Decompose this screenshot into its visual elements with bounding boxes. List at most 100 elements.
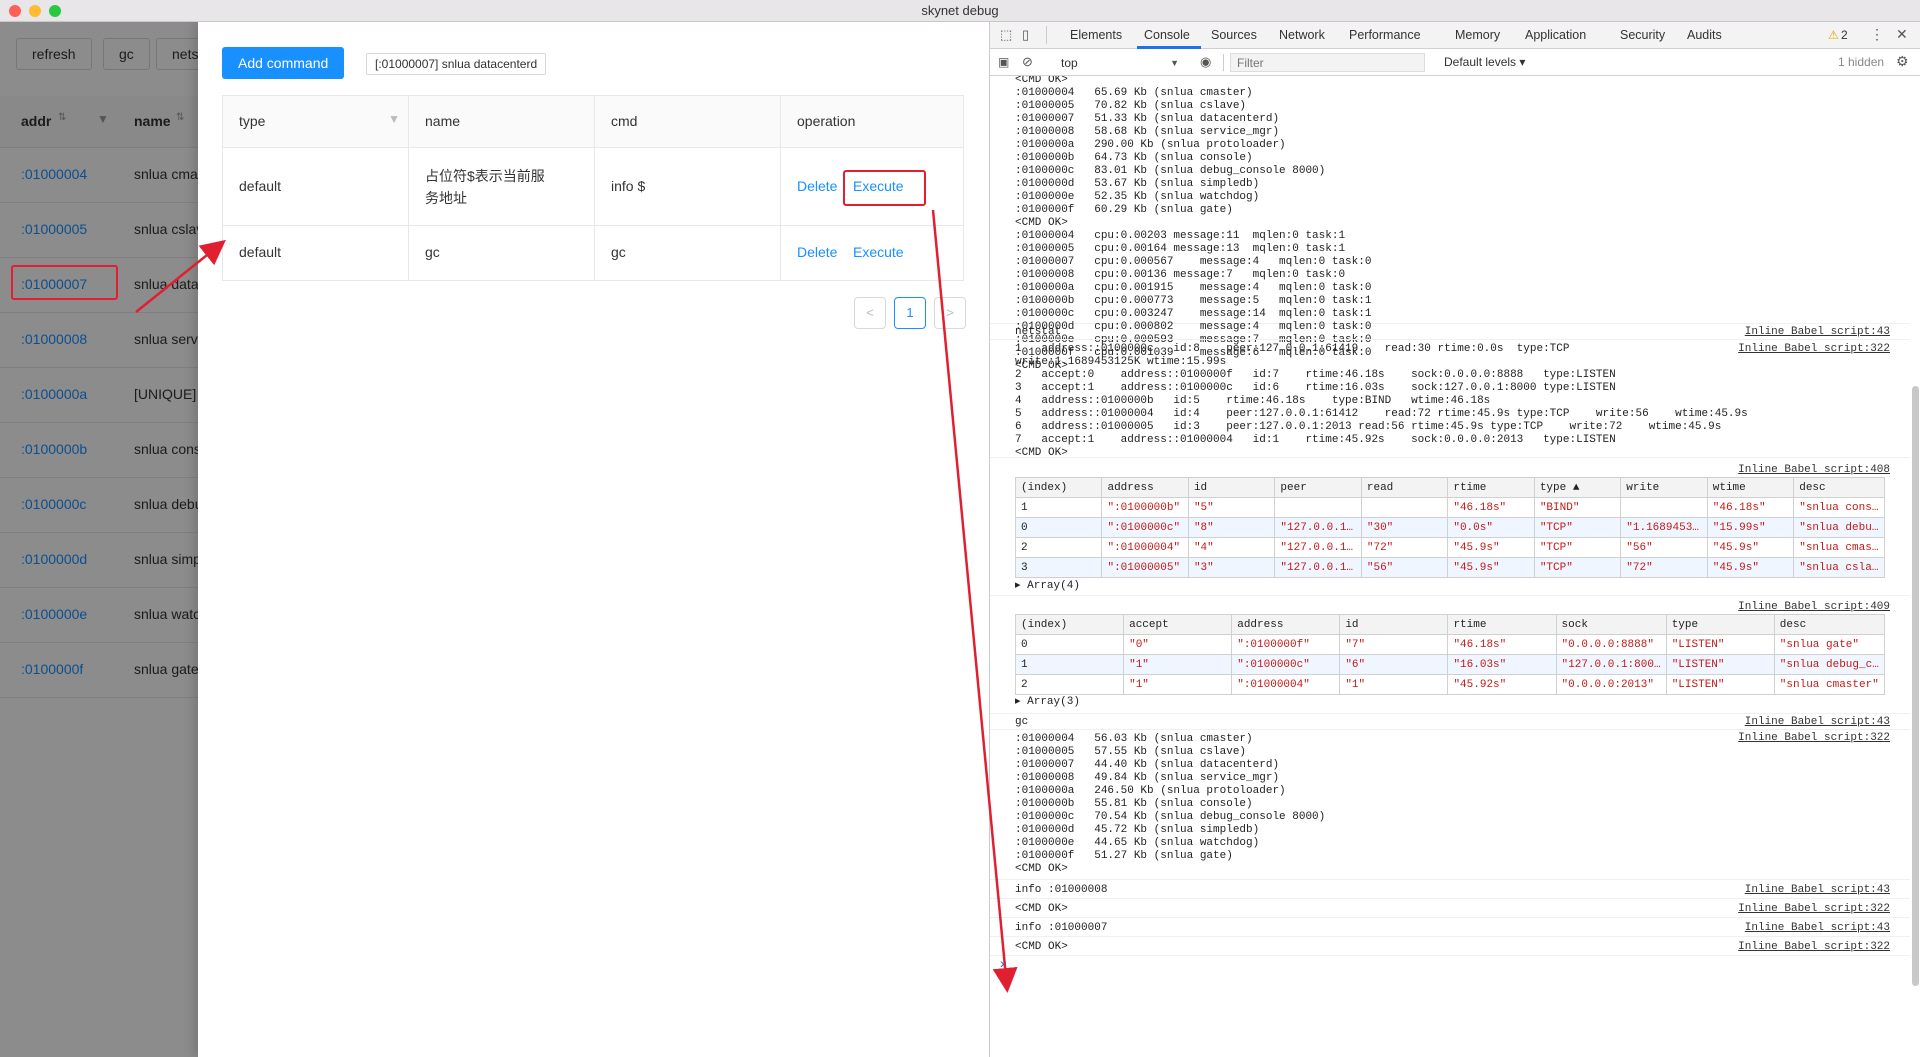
table-cell: "snlua cmaster" (1773, 674, 1886, 695)
source-link[interactable]: Inline Babel script:322 (1738, 941, 1890, 953)
table-cell (1360, 497, 1449, 518)
array-toggle[interactable]: ▸ Array(4) (1015, 580, 1080, 593)
source-link[interactable]: Inline Babel script:43 (1745, 326, 1890, 338)
table-header-cell[interactable]: peer (1274, 477, 1362, 498)
table-cell: "BIND" (1533, 497, 1622, 518)
source-link[interactable]: Inline Babel script:322 (1738, 903, 1890, 915)
close-devtools-icon[interactable]: ✕ (1896, 26, 1908, 43)
array-toggle[interactable]: ▸ Array(3) (1015, 696, 1080, 709)
table-cell: "127.0.0.1… (1274, 557, 1362, 578)
table-cell: 0 (1014, 517, 1103, 538)
table-header-cell[interactable]: desc (1773, 614, 1886, 635)
table-cell: 2 (1014, 674, 1125, 695)
table-header-cell[interactable]: address (1231, 614, 1341, 635)
table-cell: "LISTEN" (1665, 634, 1775, 655)
delete-link[interactable]: Delete (797, 178, 837, 194)
device-toolbar-icon[interactable]: ▯ (1022, 27, 1029, 43)
console-text: <CMD OK> (1015, 903, 1068, 915)
prev-page-button[interactable]: < (854, 297, 886, 329)
clear-console-icon[interactable]: ⊘ (1022, 54, 1033, 70)
filter-icon[interactable]: ▼ (388, 112, 400, 126)
table-row: 2 "1" ":01000004" "1" "45.92s" "0.0.0.0:2013"… (1014, 674, 1886, 695)
table-cell: "0.0s" (1447, 517, 1535, 538)
console-text: info :01000008 (1015, 884, 1108, 896)
table-row: default gc gc Delete Execute (223, 226, 963, 281)
table-header-cell[interactable]: id (1187, 477, 1276, 498)
source-link[interactable]: Inline Babel script:409 (1738, 601, 1890, 613)
close-window-button[interactable] (9, 5, 21, 17)
gear-icon[interactable]: ⚙ (1896, 53, 1909, 70)
maximize-window-button[interactable] (49, 5, 61, 17)
inspect-icon[interactable]: ⬚ (1000, 27, 1012, 43)
execute-link[interactable]: Execute (853, 244, 904, 260)
console-message: Inline Babel script:409 (index) accept add… (990, 596, 1910, 714)
console-filter-input[interactable] (1230, 53, 1425, 72)
tab-elements[interactable]: Elements (1070, 28, 1122, 42)
log-levels-dropdown[interactable]: Default levels ▾ (1444, 55, 1525, 69)
table-header-cell[interactable]: desc (1793, 477, 1885, 498)
table-cell: "45.9s" (1706, 537, 1795, 558)
source-link[interactable]: Inline Babel script:43 (1745, 884, 1890, 896)
context-select[interactable]: top ▼ (1056, 53, 1184, 72)
table-cell: "snlua debu… (1793, 517, 1885, 538)
tab-memory[interactable]: Memory (1455, 28, 1500, 42)
table-cell: "snlua csla… (1793, 557, 1885, 578)
tab-sources[interactable]: Sources (1211, 28, 1257, 42)
tab-security[interactable]: Security (1620, 28, 1665, 42)
source-link[interactable]: Inline Babel script:322 (1738, 732, 1890, 744)
source-link[interactable]: Inline Babel script:408 (1738, 464, 1890, 476)
console-message: netstat Inline Babel script:43 (990, 324, 1910, 340)
tab-console[interactable]: Console (1144, 28, 1190, 42)
table-header-cell[interactable]: read (1360, 477, 1449, 498)
warning-icon[interactable]: ⚠ (1828, 28, 1839, 42)
console-scrollbar[interactable] (1912, 386, 1919, 986)
table-cell: "45.9s" (1447, 537, 1535, 558)
table-row: 0 ":0100000c" "8" "127.0.0.1… "30" "0.0s" "TCP… (1014, 517, 1885, 538)
table-cell: 1 (1014, 497, 1103, 518)
next-page-button[interactable]: > (934, 297, 966, 329)
page-1-button[interactable]: 1 (894, 297, 926, 329)
table-row: 0 "0" ":0100000f" "7" "46.18s" "0.0.0.0:8888"… (1014, 634, 1886, 655)
table-header-cell[interactable]: accept (1123, 614, 1233, 635)
table-header-cell[interactable]: address (1101, 477, 1189, 498)
tab-audits[interactable]: Audits (1687, 28, 1722, 42)
table-header-cell[interactable]: rtime (1447, 614, 1557, 635)
add-command-button[interactable]: Add command (222, 47, 345, 79)
table-cell: ":0100000c" (1101, 517, 1189, 538)
table-header-cell[interactable]: id (1339, 614, 1449, 635)
table-header-cell[interactable]: (index) (1014, 614, 1125, 635)
table-cell: "snlua cmas… (1793, 537, 1885, 558)
console-text: gc (1015, 716, 1029, 728)
table-header-cell[interactable]: rtime (1447, 477, 1535, 498)
table-cell (1620, 497, 1708, 518)
table-header-cell[interactable]: write (1620, 477, 1708, 498)
table-cell: "8" (1187, 517, 1276, 538)
table-cell: "1" (1339, 674, 1449, 695)
eye-icon[interactable]: ◉ (1200, 54, 1211, 70)
console-text: 1 address::0100000c id:8 peer:127.0.0.1:… (1015, 343, 1748, 459)
table-cell: "72" (1360, 537, 1449, 558)
tab-network[interactable]: Network (1279, 28, 1325, 42)
table-header-cell[interactable]: wtime (1706, 477, 1795, 498)
source-link[interactable]: Inline Babel script:43 (1745, 922, 1890, 934)
tab-application[interactable]: Application (1525, 28, 1586, 42)
minimize-window-button[interactable] (29, 5, 41, 17)
console-prompt[interactable]: › (998, 957, 1908, 977)
table-header-cell[interactable]: (index) (1014, 477, 1103, 498)
cmd-cell: info $ (611, 178, 646, 194)
tab-performance[interactable]: Performance (1349, 28, 1421, 42)
operation-column-header: operation (797, 113, 856, 129)
table-header-cell[interactable]: sock (1555, 614, 1667, 635)
table-cell: "45.9s" (1447, 557, 1535, 578)
delete-link[interactable]: Delete (797, 244, 837, 260)
table-header-cell[interactable]: type (1665, 614, 1775, 635)
table-cell: "LISTEN" (1665, 654, 1775, 675)
table-header-cell[interactable]: type ▲ (1533, 477, 1622, 498)
source-link[interactable]: Inline Babel script:43 (1745, 716, 1890, 728)
table-cell: "46.18s" (1706, 497, 1795, 518)
console-text: :01000004 56.03 Kb (snlua cmaster) :0100… (1015, 733, 1326, 875)
sidebar-toggle-icon[interactable]: ▣ (998, 55, 1009, 69)
type-column-header: type (239, 113, 266, 129)
more-options-icon[interactable]: ⋮ (1870, 26, 1884, 43)
source-link[interactable]: Inline Babel script:322 (1738, 343, 1890, 355)
